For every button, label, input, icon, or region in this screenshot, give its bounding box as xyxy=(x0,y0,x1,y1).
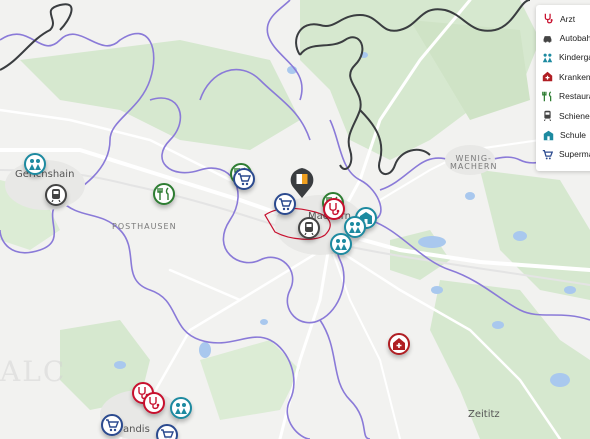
map-watermark: ALC xyxy=(0,355,67,388)
kindergarten-marker[interactable] xyxy=(170,397,192,419)
train-icon xyxy=(304,222,314,235)
legend-label: Restaurant xyxy=(559,91,590,102)
cutlery-icon xyxy=(542,91,552,101)
legend-label: Arzt xyxy=(560,13,576,24)
train-station-marker[interactable] xyxy=(45,184,67,206)
legend-label: Supermarkt xyxy=(559,149,590,160)
legend-label: Schienenverkehr xyxy=(559,110,590,121)
children-icon xyxy=(349,222,361,233)
legend-label: Krankenhaus xyxy=(559,71,590,82)
legend-label: Schule xyxy=(560,130,586,141)
restaurant-marker[interactable] xyxy=(153,183,175,205)
legend-item-arzt[interactable]: Arzt xyxy=(542,9,590,28)
legend-item-schienenverkehr[interactable]: Schienenverkehr xyxy=(542,106,590,125)
cart-icon xyxy=(106,419,119,432)
stethoscope-icon xyxy=(544,13,553,24)
supermarket-marker[interactable] xyxy=(233,168,255,190)
cutlery-icon xyxy=(157,187,169,200)
legend-item-kindergarten[interactable]: Kindergarten xyxy=(542,48,590,67)
stethoscope-icon xyxy=(149,397,160,410)
legend-item-supermarkt[interactable]: Supermarkt xyxy=(542,145,590,164)
supermarket-marker[interactable] xyxy=(156,424,178,439)
cart-icon xyxy=(279,198,292,211)
legend-label: Kindergarten xyxy=(559,52,590,63)
children-icon xyxy=(335,239,347,250)
cart-icon xyxy=(542,149,553,160)
hospital-marker[interactable] xyxy=(388,333,410,355)
supermarket-marker[interactable] xyxy=(101,414,123,436)
children-icon xyxy=(542,53,553,63)
legend-label: Autobahn xyxy=(559,33,590,44)
train-icon xyxy=(51,189,61,202)
legend-item-schule[interactable]: Schule xyxy=(542,125,590,144)
children-icon xyxy=(175,403,187,414)
map-canvas[interactable] xyxy=(0,0,590,439)
legend-item-restaurant[interactable]: Restaurant xyxy=(542,87,590,106)
cart-icon xyxy=(238,173,251,186)
school-icon xyxy=(543,130,553,140)
legend-item-krankenhaus[interactable]: Krankenhaus xyxy=(542,67,590,86)
stethoscope-icon xyxy=(329,203,340,216)
place-label-gerichshain: Gerichshain xyxy=(15,169,75,180)
car-icon xyxy=(543,35,552,43)
hospital-icon xyxy=(542,72,553,82)
train-icon xyxy=(543,110,552,122)
train-station-marker[interactable] xyxy=(298,217,320,239)
legend-item-autobahn[interactable]: Autobahn xyxy=(542,28,590,47)
doctor-marker[interactable] xyxy=(143,392,165,414)
place-label-zeititz: Zeititz xyxy=(468,409,500,420)
place-label-posthausen: POSTHAUSEN xyxy=(112,222,177,231)
kindergarten-marker[interactable] xyxy=(330,233,352,255)
map-legend: Arzt Autobahn Kindergarten Krankenhaus R… xyxy=(536,5,590,171)
cart-icon xyxy=(161,429,174,439)
kindergarten-marker[interactable] xyxy=(24,153,46,175)
hospital-icon xyxy=(393,338,405,350)
doctor-marker[interactable] xyxy=(323,198,345,220)
location-pin-icon[interactable] xyxy=(289,167,315,199)
place-label-wenig-machern: WENIG- MACHERN xyxy=(450,154,498,172)
children-icon xyxy=(29,159,41,170)
